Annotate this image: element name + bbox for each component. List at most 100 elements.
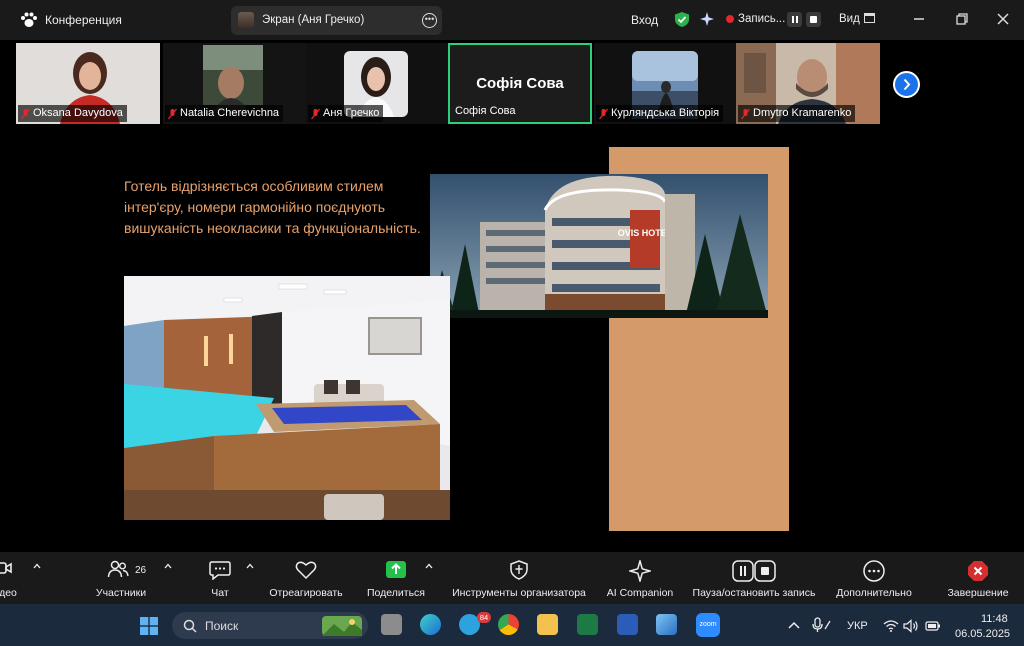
share-options-caret-icon[interactable]: [425, 562, 433, 570]
video-label: део: [0, 587, 17, 599]
paw-icon: [21, 12, 37, 27]
volume-icon[interactable]: [903, 619, 919, 633]
react-label: Отреагировать: [269, 587, 343, 599]
more-button[interactable]: Дополнительно: [830, 560, 918, 602]
share-label: Поделиться: [367, 587, 425, 599]
stop-recording-button[interactable]: [806, 12, 821, 27]
video-camera-icon: [0, 562, 12, 574]
participant-name-tag: Oksana Davydova: [18, 105, 127, 122]
clock-time[interactable]: 11:48: [981, 613, 1008, 625]
screen-share-label: Экран (Аня Гречко): [262, 14, 365, 26]
chat-label: Чат: [211, 587, 229, 599]
language-indicator[interactable]: УКР: [847, 620, 868, 632]
chrome-browser-icon[interactable]: [498, 614, 519, 635]
participant-tile[interactable]: Oksana Davydova: [16, 43, 160, 124]
participants-button[interactable]: 26 Участники: [88, 560, 154, 602]
participant-name: Oksana Davydova: [33, 107, 123, 119]
mic-muted-icon: [311, 108, 320, 119]
participant-name-tag: Курляндська Вікторія: [596, 105, 724, 122]
chat-button[interactable]: Чат: [198, 560, 242, 602]
pause-stop-icon: [732, 560, 776, 582]
participants-options-caret-icon[interactable]: [164, 562, 172, 570]
video-options-caret-icon[interactable]: [33, 562, 41, 570]
taskbar-search[interactable]: Поиск: [172, 612, 368, 639]
chat-options-caret-icon[interactable]: [246, 562, 254, 570]
app-title: Конференция: [45, 13, 122, 27]
mic-muted-icon: [168, 108, 177, 119]
participant-name-tag: Dmytro Kramarenko: [738, 105, 856, 122]
view-grid-icon[interactable]: [864, 13, 875, 23]
participant-tile[interactable]: Курляндська Вікторія: [594, 43, 738, 124]
people-icon: [107, 560, 129, 578]
view-button[interactable]: Вид: [839, 13, 860, 25]
microphone-icon[interactable]: [812, 617, 832, 633]
windows-start-icon[interactable]: [140, 617, 158, 635]
recording-status: Запись...: [738, 13, 786, 25]
participant-tile[interactable]: Dmytro Kramarenko: [736, 43, 880, 124]
end-meeting-label: Завершение: [947, 587, 1009, 599]
participants-count: 26: [135, 565, 147, 576]
pause-recording-button[interactable]: [787, 12, 802, 27]
more-options-icon[interactable]: •••: [422, 13, 437, 28]
title-bar: Конференция Экран (Аня Гречко) ••• Вход …: [0, 0, 1024, 40]
active-speaker-tile[interactable]: Софія Сова Софія Сова: [448, 43, 592, 124]
ai-sparkle-icon[interactable]: [699, 11, 715, 27]
slide-text: Готель відрізняється особливим стилем ін…: [124, 178, 421, 236]
video-button[interactable]: део: [0, 560, 20, 602]
participants-strip: Oksana Davydova Natalia Cherevichna Аня …: [0, 40, 1024, 128]
sharer-avatar: [238, 12, 254, 28]
mic-muted-icon: [741, 108, 750, 119]
end-meeting-button[interactable]: Завершение: [938, 560, 1018, 602]
more-label: Дополнительно: [836, 587, 912, 599]
end-meeting-icon: [968, 561, 988, 581]
shield-icon: [510, 560, 528, 580]
search-highlight-icon: [322, 616, 362, 636]
mic-muted-icon: [21, 108, 30, 119]
pause-stop-recording-button[interactable]: Пауза/остановить запись: [688, 560, 820, 602]
edge-browser-icon[interactable]: [420, 614, 441, 635]
battery-icon[interactable]: [925, 620, 941, 632]
screen-share-indicator[interactable]: Экран (Аня Гречко) •••: [231, 6, 442, 35]
wifi-icon[interactable]: [883, 620, 899, 632]
meeting-toolbar: део 26 Участники Чат Отреагировать Подел: [0, 552, 1024, 604]
security-shield-icon[interactable]: [674, 11, 690, 28]
participant-tile[interactable]: Natalia Cherevichna: [163, 43, 307, 124]
host-tools-label: Инструменты организатора: [452, 587, 586, 599]
participant-name-tag: Natalia Cherevichna: [165, 105, 284, 122]
share-screen-button[interactable]: Поделиться: [362, 560, 430, 602]
task-view-icon[interactable]: [381, 614, 402, 635]
clock-date[interactable]: 06.05.2025: [955, 628, 1010, 640]
close-icon[interactable]: [994, 10, 1012, 28]
active-speaker-name: Софія Сова: [476, 75, 564, 92]
host-tools-button[interactable]: Инструменты организатора: [446, 560, 592, 602]
participant-name: Софія Сова: [455, 105, 516, 117]
sparkle-icon: [629, 560, 651, 582]
zoom-app-icon[interactable]: zoom: [696, 613, 720, 637]
show-hidden-icons-icon[interactable]: [788, 620, 800, 630]
participant-name-tag: Софія Сова: [452, 103, 519, 120]
search-icon: [183, 619, 197, 633]
minimize-icon[interactable]: [910, 10, 928, 28]
word-icon[interactable]: [617, 614, 638, 635]
participant-name-tag: Аня Гречко: [308, 105, 384, 122]
hotel-sign: OVIS HOTEL: [618, 228, 673, 238]
sign-in-button[interactable]: Вход: [631, 13, 658, 27]
participant-name: Dmytro Kramarenko: [753, 107, 852, 119]
react-button[interactable]: Отреагировать: [266, 560, 346, 602]
next-participants-button[interactable]: [893, 71, 920, 98]
windows-taskbar: Поиск 84 zoom УКР 11:48 06.05.2025: [0, 604, 1024, 646]
mic-muted-icon: [599, 108, 608, 119]
chevron-right-icon: [903, 78, 911, 91]
shared-screen: Готель відрізняється особливим стилем ін…: [108, 128, 789, 552]
photos-icon[interactable]: [656, 614, 677, 635]
restore-icon[interactable]: [953, 10, 971, 28]
telegram-unread-badge: 84: [477, 612, 491, 623]
participant-name: Курляндська Вікторія: [611, 107, 720, 119]
share-screen-icon: [386, 561, 406, 578]
participants-label: Участники: [95, 587, 147, 599]
file-explorer-icon[interactable]: [537, 614, 558, 635]
excel-icon[interactable]: [577, 614, 598, 635]
participant-tile[interactable]: Аня Гречко: [306, 43, 450, 124]
ai-companion-button[interactable]: AI Companion: [602, 560, 678, 602]
pool-interior-image: [124, 276, 450, 520]
